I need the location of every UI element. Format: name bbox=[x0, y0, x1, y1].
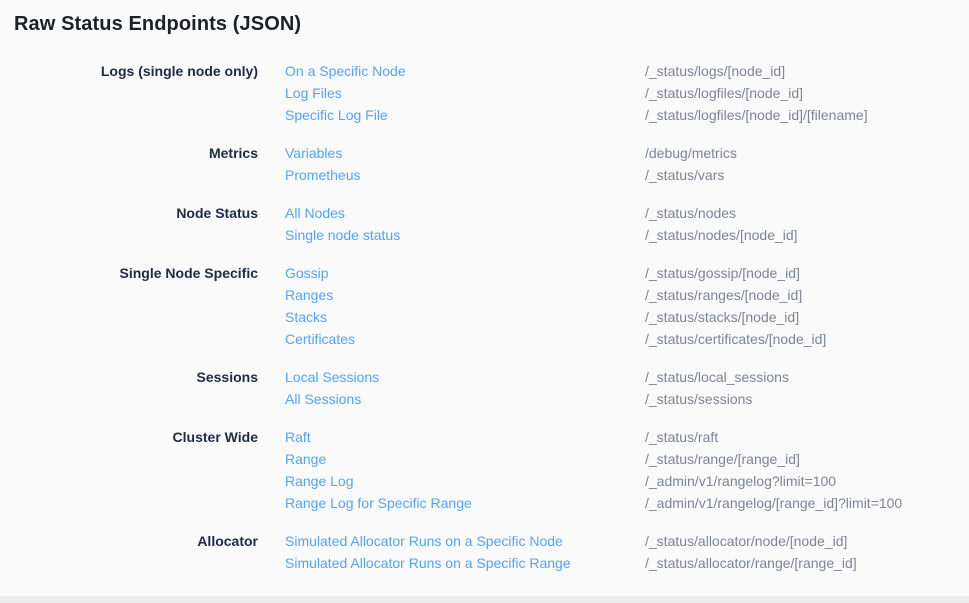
endpoint-link[interactable]: All Nodes bbox=[285, 202, 645, 224]
category-label: Logs (single node only) bbox=[0, 60, 258, 82]
endpoint-link[interactable]: Single node status bbox=[285, 224, 645, 246]
endpoint-rows: On a Specific Node/_status/logs/[node_id… bbox=[285, 60, 868, 126]
category-label: Cluster Wide bbox=[0, 426, 258, 448]
endpoint-row: Certificates/_status/certificates/[node_… bbox=[285, 328, 826, 350]
endpoint-row: Variables/debug/metrics bbox=[285, 142, 737, 164]
endpoint-link[interactable]: Range Log bbox=[285, 470, 645, 492]
endpoint-row: Raft/_status/raft bbox=[285, 426, 902, 448]
endpoint-link[interactable]: Certificates bbox=[285, 328, 645, 350]
endpoint-row: Log Files/_status/logfiles/[node_id] bbox=[285, 82, 868, 104]
endpoint-link[interactable]: Gossip bbox=[285, 262, 645, 284]
endpoint-path: /_status/ranges/[node_id] bbox=[645, 284, 802, 306]
endpoint-section: Metrics Variables/debug/metricsPrometheus… bbox=[0, 142, 969, 186]
page-title: Raw Status Endpoints (JSON) bbox=[0, 0, 969, 36]
endpoint-path: /_status/local_sessions bbox=[645, 366, 789, 388]
endpoint-section: Allocator Simulated Allocator Runs on a S… bbox=[0, 530, 969, 574]
endpoint-rows: Variables/debug/metricsPrometheus/_statu… bbox=[285, 142, 737, 186]
endpoint-row: Specific Log File/_status/logfiles/[node… bbox=[285, 104, 868, 126]
endpoint-link[interactable]: On a Specific Node bbox=[285, 60, 645, 82]
endpoint-path: /_admin/v1/rangelog?limit=100 bbox=[645, 470, 836, 492]
endpoint-rows: Raft/_status/raftRange/_status/range/[ra… bbox=[285, 426, 902, 514]
endpoint-row: Simulated Allocator Runs on a Specific R… bbox=[285, 552, 857, 574]
endpoint-path: /_status/allocator/node/[node_id] bbox=[645, 530, 847, 552]
endpoint-link[interactable]: Prometheus bbox=[285, 164, 645, 186]
endpoint-path: /_status/gossip/[node_id] bbox=[645, 262, 800, 284]
endpoint-link[interactable]: Raft bbox=[285, 426, 645, 448]
endpoint-path: /_status/range/[range_id] bbox=[645, 448, 800, 470]
endpoint-path: /_status/nodes/[node_id] bbox=[645, 224, 798, 246]
endpoint-row: Range Log for Specific Range/_admin/v1/r… bbox=[285, 492, 902, 514]
raw-status-endpoints-page: Raw Status Endpoints (JSON) Logs (single… bbox=[0, 0, 969, 603]
endpoint-rows: All Nodes/_status/nodesSingle node statu… bbox=[285, 202, 798, 246]
endpoint-rows: Gossip/_status/gossip/[node_id]Ranges/_s… bbox=[285, 262, 826, 350]
endpoint-link[interactable]: Simulated Allocator Runs on a Specific N… bbox=[285, 530, 645, 552]
endpoint-link[interactable]: Stacks bbox=[285, 306, 645, 328]
category-label: Single Node Specific bbox=[0, 262, 258, 284]
endpoint-link[interactable]: Variables bbox=[285, 142, 645, 164]
endpoint-row: Range/_status/range/[range_id] bbox=[285, 448, 902, 470]
endpoint-path: /_admin/v1/rangelog/[range_id]?limit=100 bbox=[645, 492, 902, 514]
endpoint-path: /_status/sessions bbox=[645, 388, 752, 410]
endpoint-link[interactable]: Local Sessions bbox=[285, 366, 645, 388]
endpoint-link[interactable]: All Sessions bbox=[285, 388, 645, 410]
endpoint-rows: Local Sessions/_status/local_sessionsAll… bbox=[285, 366, 789, 410]
endpoint-path: /_status/nodes bbox=[645, 202, 736, 224]
endpoint-link[interactable]: Simulated Allocator Runs on a Specific R… bbox=[285, 552, 645, 574]
category-label: Metrics bbox=[0, 142, 258, 164]
endpoint-section: Node Status All Nodes/_status/nodesSingle… bbox=[0, 202, 969, 246]
endpoint-link[interactable]: Specific Log File bbox=[285, 104, 645, 126]
category-label: Allocator bbox=[0, 530, 258, 552]
endpoint-link[interactable]: Range bbox=[285, 448, 645, 470]
category-label: Node Status bbox=[0, 202, 258, 224]
endpoint-path: /_status/raft bbox=[645, 426, 718, 448]
endpoint-section: Cluster Wide Raft/_status/raftRange/_stat… bbox=[0, 426, 969, 514]
endpoint-section: Sessions Local Sessions/_status/local_ses… bbox=[0, 366, 969, 410]
endpoint-row: Stacks/_status/stacks/[node_id] bbox=[285, 306, 826, 328]
endpoint-section: Logs (single node only) On a Specific Nod… bbox=[0, 60, 969, 126]
endpoint-path: /_status/logfiles/[node_id]/[filename] bbox=[645, 104, 868, 126]
footer-band bbox=[0, 596, 969, 603]
endpoint-row: All Sessions/_status/sessions bbox=[285, 388, 789, 410]
endpoint-path: /_status/logs/[node_id] bbox=[645, 60, 785, 82]
endpoint-row: Prometheus/_status/vars bbox=[285, 164, 737, 186]
endpoints-table: Logs (single node only) On a Specific Nod… bbox=[0, 60, 969, 574]
endpoint-link[interactable]: Log Files bbox=[285, 82, 645, 104]
endpoint-path: /_status/certificates/[node_id] bbox=[645, 328, 826, 350]
endpoint-row: Gossip/_status/gossip/[node_id] bbox=[285, 262, 826, 284]
endpoint-path: /_status/logfiles/[node_id] bbox=[645, 82, 803, 104]
endpoint-row: Single node status/_status/nodes/[node_i… bbox=[285, 224, 798, 246]
endpoint-link[interactable]: Ranges bbox=[285, 284, 645, 306]
endpoint-row: Local Sessions/_status/local_sessions bbox=[285, 366, 789, 388]
endpoint-path: /_status/vars bbox=[645, 164, 724, 186]
endpoint-path: /_status/allocator/range/[range_id] bbox=[645, 552, 857, 574]
endpoint-path: /debug/metrics bbox=[645, 142, 737, 164]
endpoint-row: On a Specific Node/_status/logs/[node_id… bbox=[285, 60, 868, 82]
endpoint-row: Ranges/_status/ranges/[node_id] bbox=[285, 284, 826, 306]
endpoint-row: Simulated Allocator Runs on a Specific N… bbox=[285, 530, 857, 552]
endpoint-rows: Simulated Allocator Runs on a Specific N… bbox=[285, 530, 857, 574]
endpoint-link[interactable]: Range Log for Specific Range bbox=[285, 492, 645, 514]
category-label: Sessions bbox=[0, 366, 258, 388]
endpoint-row: All Nodes/_status/nodes bbox=[285, 202, 798, 224]
endpoint-path: /_status/stacks/[node_id] bbox=[645, 306, 799, 328]
endpoint-row: Range Log/_admin/v1/rangelog?limit=100 bbox=[285, 470, 902, 492]
endpoint-section: Single Node Specific Gossip/_status/gossi… bbox=[0, 262, 969, 350]
